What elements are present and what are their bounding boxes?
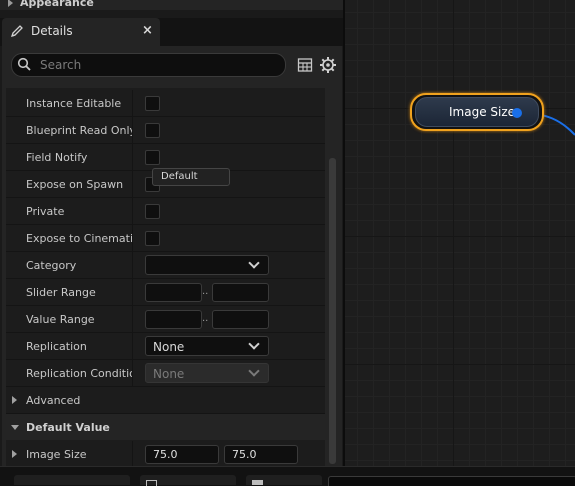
cmd-icon	[252, 480, 263, 485]
replication-condition-combo: None	[145, 363, 269, 383]
column-divider[interactable]	[132, 252, 133, 278]
collapse-arrow-icon	[11, 425, 19, 430]
image-size-y-input[interactable]: 75.0	[224, 445, 298, 464]
expand-arrow-icon[interactable]	[12, 450, 17, 458]
property-label: Instance Editable	[26, 97, 122, 110]
node-label: Image Size	[449, 105, 516, 119]
advanced-label: Advanced	[26, 394, 81, 407]
slider-range-min-input[interactable]	[145, 283, 202, 302]
property-label: Field Notify	[26, 151, 88, 164]
property-row-replication-condition: Replication Condition None	[6, 360, 325, 387]
column-divider[interactable]	[132, 144, 133, 170]
property-label: Expose to Cinematics	[26, 232, 132, 245]
column-divider[interactable]	[132, 198, 133, 224]
appearance-label: Appearance	[20, 0, 94, 9]
property-row-replication: Replication None	[6, 333, 325, 360]
expose-to-cinematics-checkbox[interactable]	[145, 231, 160, 246]
column-divider[interactable]	[132, 279, 133, 305]
default-value-label: Default Value	[26, 421, 110, 434]
column-divider[interactable]	[132, 90, 133, 116]
blueprint-read-only-checkbox[interactable]	[145, 123, 160, 138]
property-label: Image Size	[26, 448, 87, 461]
graph-canvas[interactable]	[345, 0, 575, 466]
property-matrix-icon[interactable]	[297, 57, 313, 73]
chevron-down-icon	[248, 257, 260, 269]
category-combo[interactable]	[145, 255, 269, 275]
close-tab-button[interactable]: ×	[142, 23, 153, 38]
chevron-down-icon	[248, 338, 260, 350]
bottom-tab-3[interactable]	[246, 475, 322, 485]
property-row-image-size: Image Size 75.0 75.0	[6, 441, 325, 466]
details-tab-title: Details	[31, 24, 73, 38]
property-row-slider-range: Slider Range ..	[6, 279, 325, 306]
column-divider[interactable]	[132, 360, 133, 386]
property-label: Value Range	[26, 313, 95, 326]
replication-combo[interactable]: None	[145, 336, 269, 356]
gear-icon[interactable]	[319, 56, 337, 74]
value-range-min-input[interactable]	[145, 310, 202, 329]
column-divider[interactable]	[132, 225, 133, 251]
replication-value: None	[153, 340, 185, 354]
output-pin[interactable]	[512, 108, 522, 118]
private-checkbox[interactable]	[145, 204, 160, 219]
category-value: Default	[161, 171, 198, 182]
range-separator: ..	[202, 286, 209, 297]
column-divider[interactable]	[132, 333, 133, 359]
property-label: Blueprint Read Only	[26, 124, 132, 137]
replication-condition-value: None	[153, 367, 185, 381]
field-notify-checkbox[interactable]	[145, 150, 160, 165]
property-list: Instance Editable Blueprint Read Only Fi…	[6, 88, 325, 466]
property-label: Category	[26, 259, 77, 272]
slider-range-max-input[interactable]	[212, 283, 269, 302]
property-label: Replication Condition	[26, 367, 132, 380]
property-label: Replication	[26, 340, 87, 353]
expand-arrow-icon	[8, 0, 13, 7]
value-range-max-input[interactable]	[212, 310, 269, 329]
property-row-category: Category	[6, 252, 325, 279]
chevron-down-icon	[248, 365, 260, 377]
output-log-icon	[146, 480, 157, 486]
bottom-tab-1[interactable]	[14, 475, 130, 485]
property-row-instance-editable: Instance Editable	[6, 90, 325, 117]
category-value-chip[interactable]: Default	[152, 168, 230, 186]
bottom-tab-2[interactable]	[140, 475, 236, 486]
property-label: Private	[26, 205, 65, 218]
property-row-blueprint-read-only: Blueprint Read Only	[6, 117, 325, 144]
property-label: Slider Range	[26, 286, 96, 299]
column-divider[interactable]	[132, 117, 133, 143]
instance-editable-checkbox[interactable]	[145, 96, 160, 111]
image-size-y-value: 75.0	[232, 448, 257, 461]
property-row-field-notify: Field Notify	[6, 144, 325, 171]
column-divider[interactable]	[132, 306, 133, 332]
image-size-x-input[interactable]: 75.0	[145, 445, 219, 464]
property-row-value-range: Value Range ..	[6, 306, 325, 333]
column-divider[interactable]	[132, 171, 133, 197]
default-value-section-header[interactable]: Default Value	[6, 414, 325, 440]
appearance-category-header[interactable]: Appearance	[0, 0, 345, 10]
property-row-private: Private	[6, 198, 325, 225]
search-box[interactable]	[11, 53, 286, 77]
advanced-section-header[interactable]: Advanced	[6, 387, 325, 414]
pencil-icon	[10, 25, 23, 38]
scrollbar-thumb[interactable]	[329, 158, 336, 464]
image-size-x-value: 75.0	[153, 448, 178, 461]
expand-arrow-icon	[12, 396, 17, 404]
property-row-expose-to-cinematics: Expose to Cinematics	[6, 225, 325, 252]
column-divider[interactable]	[132, 441, 133, 466]
tab-details[interactable]: Details ×	[2, 18, 160, 46]
range-separator: ..	[202, 313, 209, 324]
search-input[interactable]	[38, 56, 282, 74]
property-label: Expose on Spawn	[26, 178, 124, 191]
search-icon	[17, 57, 31, 71]
